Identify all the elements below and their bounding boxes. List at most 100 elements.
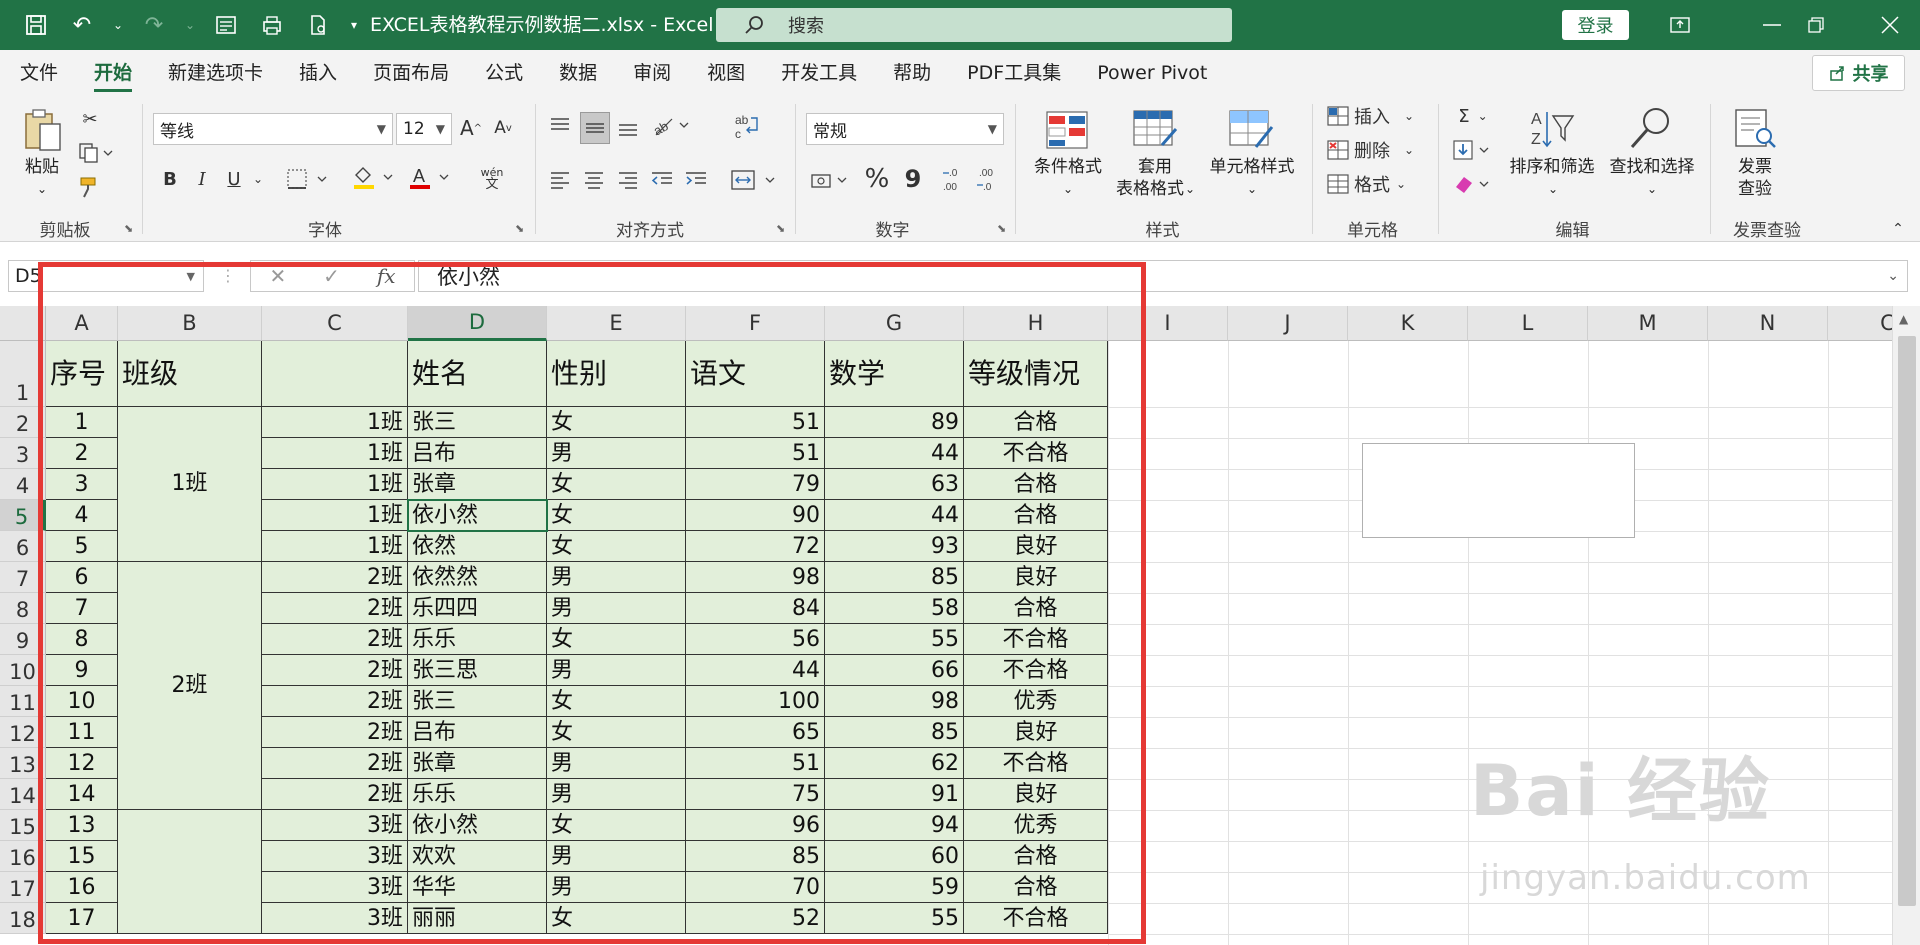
row-header-9[interactable]: 9: [0, 624, 46, 655]
table-cell[interactable]: 优秀: [964, 810, 1108, 841]
collapse-ribbon-icon[interactable]: ⌃: [1886, 220, 1910, 238]
merged-class-cell[interactable]: 2班: [118, 562, 262, 810]
tab-review[interactable]: 审阅: [615, 50, 689, 96]
table-cell[interactable]: 合格: [964, 407, 1108, 438]
table-cell[interactable]: 85: [686, 841, 825, 872]
table-cell[interactable]: 女: [547, 624, 686, 655]
format-painter-icon[interactable]: [76, 174, 104, 200]
fill-color-icon[interactable]: [350, 162, 398, 194]
table-cell[interactable]: 58: [825, 593, 964, 624]
close-icon[interactable]: [1860, 0, 1920, 50]
column-header-h[interactable]: H: [964, 306, 1108, 341]
table-cell[interactable]: 2班: [262, 624, 408, 655]
autosum-icon[interactable]: Σ ⌄: [1450, 102, 1496, 130]
enter-icon[interactable]: ✓: [323, 264, 340, 288]
table-cell[interactable]: 男: [547, 841, 686, 872]
table-cell[interactable]: 70: [686, 872, 825, 903]
merge-center-icon[interactable]: [728, 164, 780, 196]
row-header-18[interactable]: 18: [0, 903, 46, 934]
table-cell[interactable]: 3班: [262, 810, 408, 841]
table-cell[interactable]: 2班: [262, 562, 408, 593]
tab-pdf-tools[interactable]: PDF工具集: [949, 50, 1079, 96]
tab-new[interactable]: 新建选项卡: [150, 50, 281, 96]
column-header-n[interactable]: N: [1708, 306, 1828, 341]
header-cell-c[interactable]: [262, 341, 408, 407]
table-cell[interactable]: 44: [825, 438, 964, 469]
table-cell[interactable]: 合格: [964, 872, 1108, 903]
font-size-select[interactable]: 12 ▼: [396, 113, 452, 145]
customize-qat-icon[interactable]: ▾: [344, 8, 364, 42]
column-header-f[interactable]: F: [686, 306, 825, 341]
tab-page-layout[interactable]: 页面布局: [355, 50, 467, 96]
table-cell[interactable]: 51: [686, 407, 825, 438]
insert-function-button[interactable]: fx: [377, 264, 396, 288]
table-cell[interactable]: 张三思: [408, 655, 547, 686]
empty-shape[interactable]: [1362, 443, 1635, 538]
number-launcher-icon[interactable]: ⬊: [997, 222, 1006, 235]
font-launcher-icon[interactable]: ⬊: [515, 222, 524, 235]
table-cell[interactable]: 依然: [408, 531, 547, 562]
wrap-text-icon[interactable]: ab c: [730, 110, 764, 142]
table-cell[interactable]: 2班: [262, 748, 408, 779]
header-cell-f[interactable]: 语文: [686, 341, 825, 407]
table-cell[interactable]: 15: [46, 841, 118, 872]
expand-formula-bar-icon[interactable]: ⌄: [1887, 268, 1899, 284]
ribbon-display-options-icon[interactable]: [1650, 0, 1710, 50]
table-cell[interactable]: 乐四四: [408, 593, 547, 624]
column-header-l[interactable]: L: [1468, 306, 1588, 341]
table-cell[interactable]: 张三: [408, 686, 547, 717]
align-center-icon[interactable]: [580, 166, 608, 194]
row-header-4[interactable]: 4: [0, 469, 46, 500]
sort-filter-label[interactable]: 排序和筛选: [1504, 156, 1600, 178]
row-header-5[interactable]: 5: [0, 500, 46, 531]
format-as-table-dropdown-icon[interactable]: ⌄: [1180, 178, 1200, 200]
table-cell[interactable]: 男: [547, 872, 686, 903]
row-header-7[interactable]: 7: [0, 562, 46, 593]
table-cell[interactable]: 男: [547, 748, 686, 779]
table-cell[interactable]: 55: [825, 903, 964, 934]
insert-cells-button[interactable]: 插入 ⌄: [1326, 102, 1436, 130]
tab-home[interactable]: 开始: [76, 50, 150, 96]
format-as-table-icon[interactable]: [1130, 106, 1180, 154]
table-cell[interactable]: 合格: [964, 469, 1108, 500]
undo-dropdown-icon[interactable]: ⌄: [108, 8, 128, 42]
increase-indent-icon[interactable]: [682, 166, 710, 194]
select-all-button[interactable]: [0, 306, 46, 341]
table-cell[interactable]: 6: [46, 562, 118, 593]
print-preview-icon[interactable]: [252, 8, 292, 42]
shrink-font-icon[interactable]: Av: [490, 113, 516, 143]
table-cell[interactable]: 85: [825, 562, 964, 593]
table-cell[interactable]: 良好: [964, 779, 1108, 810]
grow-font-icon[interactable]: A ^: [458, 113, 484, 143]
orientation-icon[interactable]: ab: [650, 112, 694, 140]
tab-formulas[interactable]: 公式: [467, 50, 541, 96]
table-cell[interactable]: 1班: [262, 500, 408, 531]
column-header-e[interactable]: E: [547, 306, 686, 341]
column-header-m[interactable]: M: [1588, 306, 1708, 341]
comma-style-button[interactable]: 9: [898, 162, 928, 196]
table-cell[interactable]: 11: [46, 717, 118, 748]
table-cell[interactable]: 女: [547, 407, 686, 438]
column-header-g[interactable]: G: [825, 306, 964, 341]
row-header-12[interactable]: 12: [0, 717, 46, 748]
align-left-icon[interactable]: [546, 166, 574, 194]
row-header-2[interactable]: 2: [0, 407, 46, 438]
table-cell[interactable]: 乐乐: [408, 624, 547, 655]
bold-button[interactable]: B: [158, 164, 182, 194]
merged-class-cell[interactable]: 1班: [118, 407, 262, 562]
clipboard-launcher-icon[interactable]: ⬊: [124, 222, 133, 235]
table-cell[interactable]: 3班: [262, 872, 408, 903]
phonetic-guide-icon[interactable]: wén 文: [466, 162, 518, 196]
table-cell[interactable]: 4: [46, 500, 118, 531]
conditional-format-dropdown-icon[interactable]: ⌄: [1058, 178, 1078, 200]
table-cell[interactable]: 2班: [262, 593, 408, 624]
table-cell[interactable]: 男: [547, 593, 686, 624]
table-cell[interactable]: 98: [686, 562, 825, 593]
table-cell[interactable]: 不合格: [964, 655, 1108, 686]
table-cell[interactable]: 8: [46, 624, 118, 655]
table-cell[interactable]: 依然然: [408, 562, 547, 593]
increase-decimal-icon[interactable]: .0.00: [940, 162, 970, 196]
table-cell[interactable]: 62: [825, 748, 964, 779]
table-cell[interactable]: 1班: [262, 469, 408, 500]
table-cell[interactable]: 男: [547, 779, 686, 810]
